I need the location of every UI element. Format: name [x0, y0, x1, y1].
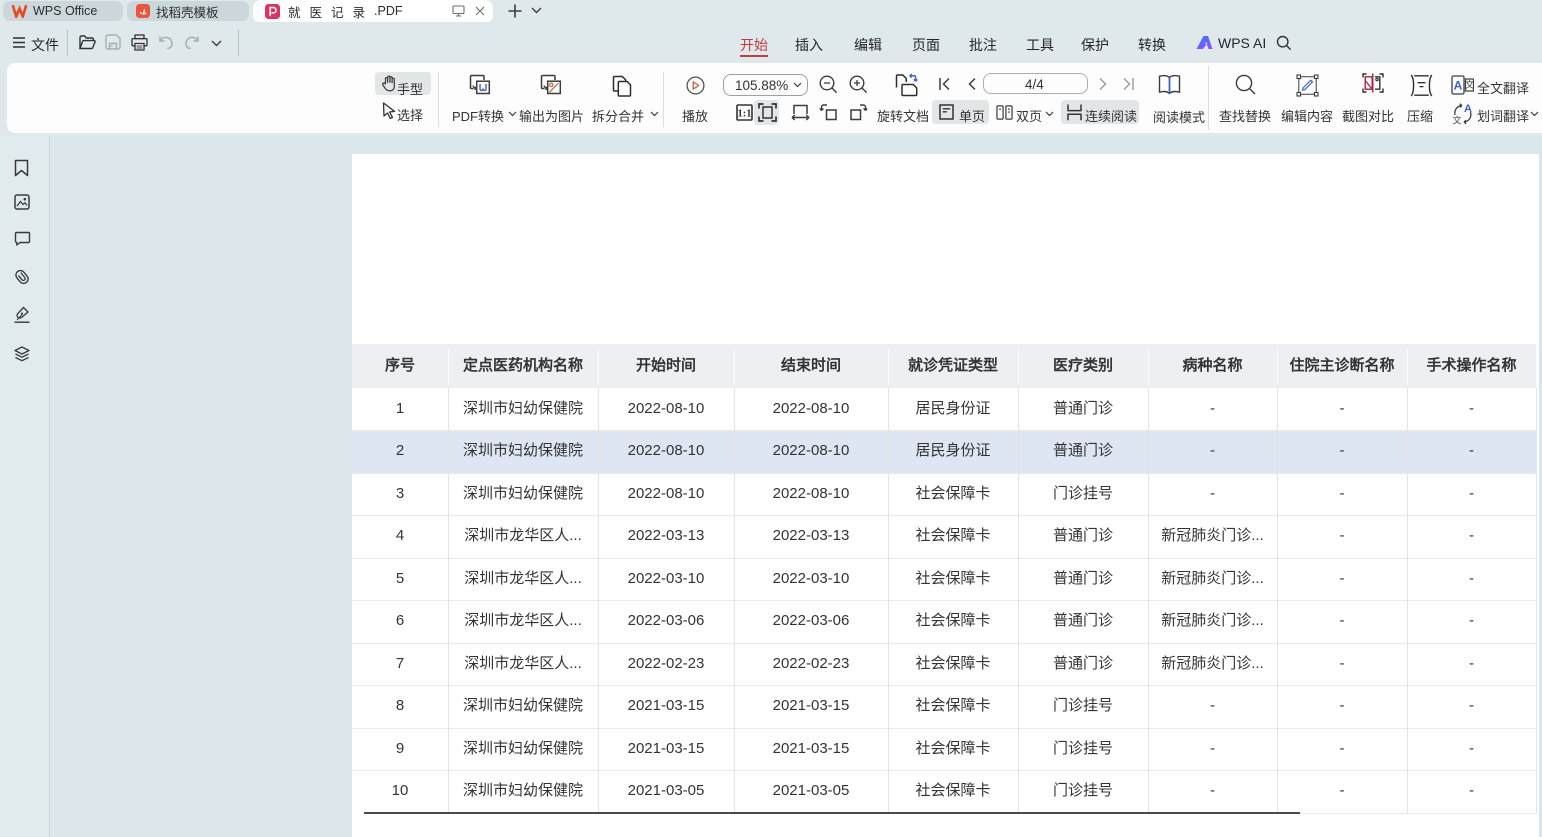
svg-text:文: 文 — [1465, 79, 1474, 91]
svg-text:A: A — [1464, 103, 1472, 115]
svg-text:1:1: 1:1 — [738, 109, 752, 120]
svg-text:A: A — [1454, 79, 1463, 93]
svg-text:文: 文 — [1452, 115, 1461, 126]
